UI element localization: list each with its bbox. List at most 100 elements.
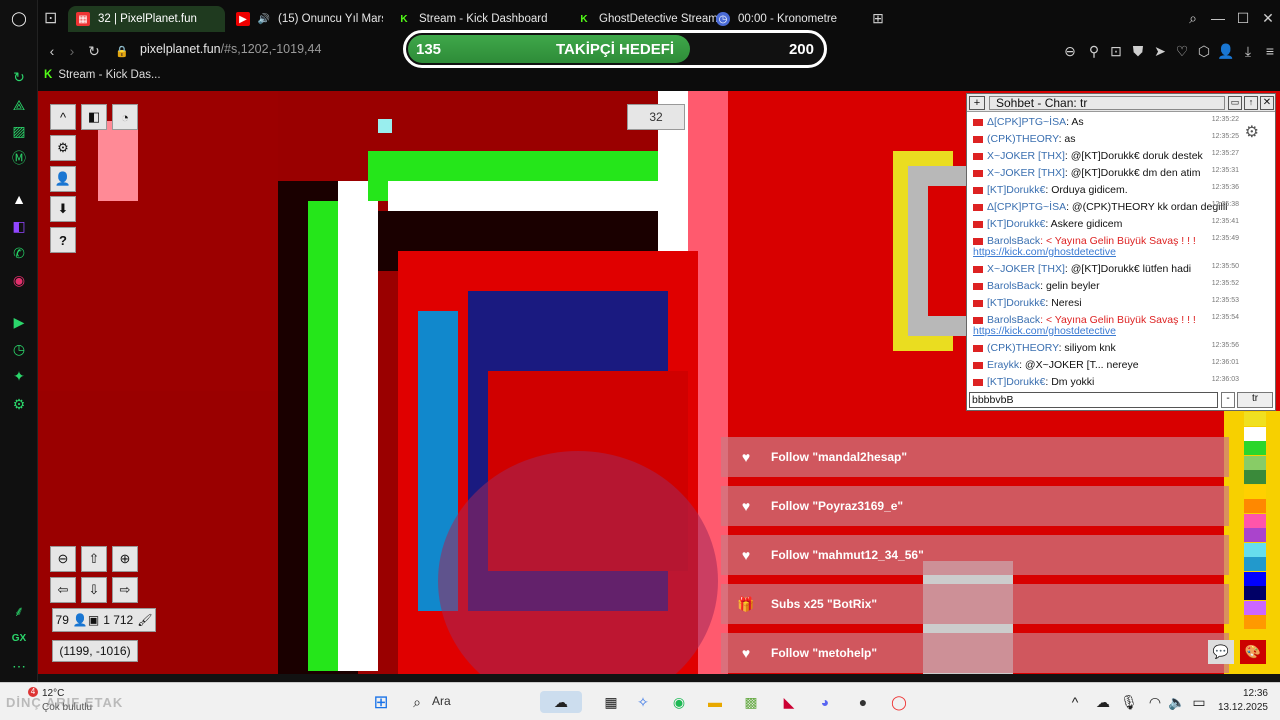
audio-playing-icon[interactable]: 🔊 (258, 12, 270, 26)
lock-icon[interactable]: 🔒 (112, 41, 132, 61)
palette-swatch[interactable] (1244, 499, 1266, 513)
kick-sidebar-icon[interactable]: ▲ (8, 188, 30, 210)
palette-swatch[interactable] (1244, 557, 1266, 571)
more-icon[interactable]: ⋯ (8, 655, 30, 677)
chat-username[interactable]: Eraykk (987, 359, 1019, 371)
palette-swatch[interactable] (1244, 571, 1266, 586)
heart-bookmark-icon[interactable]: ♡ (1172, 41, 1192, 61)
discord-icon[interactable]: ◕ (814, 691, 836, 713)
chat-popout-button[interactable]: ▭ (1228, 95, 1242, 110)
reload-button[interactable]: ↻ (84, 41, 104, 61)
app-icon[interactable]: ✧ (632, 691, 654, 713)
user-button[interactable]: 👤 (50, 166, 76, 192)
chat-username[interactable]: [KT]Dorukk€ (987, 297, 1045, 309)
zoom-out-button[interactable]: ⊖ (50, 546, 76, 572)
pin-icon[interactable]: ⚲ (1084, 41, 1104, 61)
twitch-icon[interactable]: ◧ (8, 215, 30, 237)
chat-username[interactable]: [KT]Dorukk€ (987, 376, 1045, 388)
widget-icon[interactable]: ☁ (540, 691, 582, 713)
help-button[interactable]: ? (50, 227, 76, 253)
shield-icon[interactable]: ⛊ (1128, 41, 1148, 61)
move-left-button[interactable]: ⇦ (50, 577, 76, 603)
instagram-icon[interactable]: ◉ (8, 269, 30, 291)
windows-start-icon[interactable]: ⊞ (370, 691, 392, 713)
tab-youtube[interactable]: ▶ 🔊 (15) Onuncu Yıl Marşı (228, 6, 383, 32)
chat-input[interactable]: bbbbvbB (969, 392, 1218, 408)
download-icon[interactable]: ⤓ (1238, 41, 1258, 61)
chat-link[interactable]: https://kick.com/ghostdetective (973, 325, 1269, 337)
whatsapp-icon[interactable]: ✆ (8, 242, 30, 264)
palette-button[interactable]: 🎨 (1240, 640, 1266, 664)
capcut-icon[interactable]: ◣ (778, 691, 800, 713)
gx-icon[interactable]: GX (8, 627, 30, 649)
move-up-button[interactable]: ⇧ (81, 546, 107, 572)
chat-username[interactable]: [KT]Dorukk€ (987, 184, 1045, 196)
bookmark-kick[interactable]: K Stream - Kick Das... (44, 69, 161, 81)
new-tab-button[interactable]: ⊞ (868, 8, 888, 28)
zoom-icon[interactable]: ⊖ (1060, 41, 1080, 61)
microphone-icon[interactable]: 🎙 (1118, 691, 1140, 713)
history-button[interactable]: ◔ (112, 104, 138, 130)
palette-swatch[interactable] (1244, 600, 1266, 615)
chat-username[interactable]: Δ[CPK]PTG~İSA (987, 116, 1066, 128)
url-field[interactable]: pixelplanet.fun/#s,1202,-1019,44 (140, 42, 321, 56)
tab-ghostdetective[interactable]: K GhostDetective Stream - (569, 6, 719, 32)
file-explorer-icon[interactable]: ▬ (704, 691, 726, 713)
aria-icon[interactable]: ⟁ (8, 94, 30, 116)
minecraft-icon[interactable]: ▩ (740, 691, 762, 713)
palette-swatch[interactable] (1244, 528, 1266, 542)
maximize-button[interactable]: ☐ (1233, 8, 1253, 28)
spotify-icon[interactable]: ◉ (668, 691, 690, 713)
tab-kronometre[interactable]: ◷ 00:00 - Kronometre (708, 6, 868, 32)
cube-icon[interactable]: ⬡ (1194, 41, 1214, 61)
move-right-button[interactable]: ⇨ (112, 577, 138, 603)
palette-swatch[interactable] (1244, 455, 1266, 470)
split-icon[interactable]: ⸙ (8, 600, 30, 622)
chat-toggle-button[interactable]: 💬 (1208, 640, 1234, 664)
back-button[interactable]: ‹ (42, 41, 62, 61)
tab-pixelplanet[interactable]: ▦ 32 | PixelPlanet.fun (68, 6, 225, 32)
cloud-icon[interactable]: ☁ (1092, 691, 1114, 713)
wifi-icon[interactable]: ◠ (1144, 691, 1166, 713)
tray-expand-icon[interactable]: ^ (1064, 691, 1086, 713)
chat-username[interactable]: BarolsBack (987, 280, 1040, 292)
opera-logo-icon[interactable]: ◯ (8, 7, 30, 29)
chat-username[interactable]: (CPK)THEORY (987, 133, 1059, 145)
chat-window[interactable]: + Sohbet - Chan: tr ▭ ↑ ✕ ⚙ Δ[CPK]PTG~İS… (966, 93, 1276, 411)
opera-taskbar-icon[interactable]: ◯ (888, 691, 910, 713)
settings-button[interactable]: ⚙ (50, 135, 76, 161)
chat-expand-button[interactable]: ↑ (1244, 95, 1258, 110)
palette-swatch[interactable] (1244, 513, 1266, 528)
palette-swatch[interactable] (1244, 470, 1266, 484)
palette-toggle-button[interactable]: ◧ (81, 104, 107, 130)
refresh-sidebar-icon[interactable]: ↻ (8, 66, 30, 88)
search-tabs-icon[interactable]: ⌕ (1183, 8, 1203, 28)
add-channel-button[interactable]: + (969, 95, 985, 110)
close-window-button[interactable]: ✕ (1258, 8, 1278, 28)
crypto-wallet-icon[interactable]: ▨ (8, 120, 30, 142)
taskbar-search-label[interactable]: Ara (432, 694, 451, 708)
chat-username[interactable]: X~JOKER [THX] (987, 167, 1065, 179)
move-down-button[interactable]: ⇩ (81, 577, 107, 603)
tab-menu-icon[interactable]: ⊡ (44, 8, 57, 28)
search-icon[interactable]: ⌕ (406, 691, 428, 713)
tab-kick-dashboard[interactable]: K Stream - Kick Dashboard (389, 6, 549, 32)
download-canvas-button[interactable]: ⬇ (50, 196, 76, 222)
chat-close-button[interactable]: ✕ (1260, 95, 1274, 110)
color-palette[interactable] (1244, 412, 1266, 630)
task-view-icon[interactable]: ▦ (600, 691, 622, 713)
menu-icon[interactable]: ≡ (1260, 41, 1280, 61)
zoom-in-button[interactable]: ⊕ (112, 546, 138, 572)
palette-swatch[interactable] (1244, 484, 1266, 499)
extensions-icon[interactable]: ✦ (8, 365, 30, 387)
volume-icon[interactable]: 🔈 (1166, 691, 1188, 713)
chat-link-text[interactable]: https://kick.com/ghostdetective (973, 246, 1116, 258)
minimize-button[interactable]: — (1208, 8, 1228, 28)
history-icon[interactable]: ◷ (8, 338, 30, 360)
github-icon[interactable]: ● (852, 691, 874, 713)
chat-link[interactable]: https://kick.com/ghostdetective (973, 246, 1269, 258)
collapse-button[interactable]: ^ (50, 104, 76, 130)
palette-swatch[interactable] (1244, 542, 1266, 557)
chat-username[interactable]: X~JOKER [THX] (987, 263, 1065, 275)
chat-link-text[interactable]: https://kick.com/ghostdetective (973, 325, 1116, 337)
